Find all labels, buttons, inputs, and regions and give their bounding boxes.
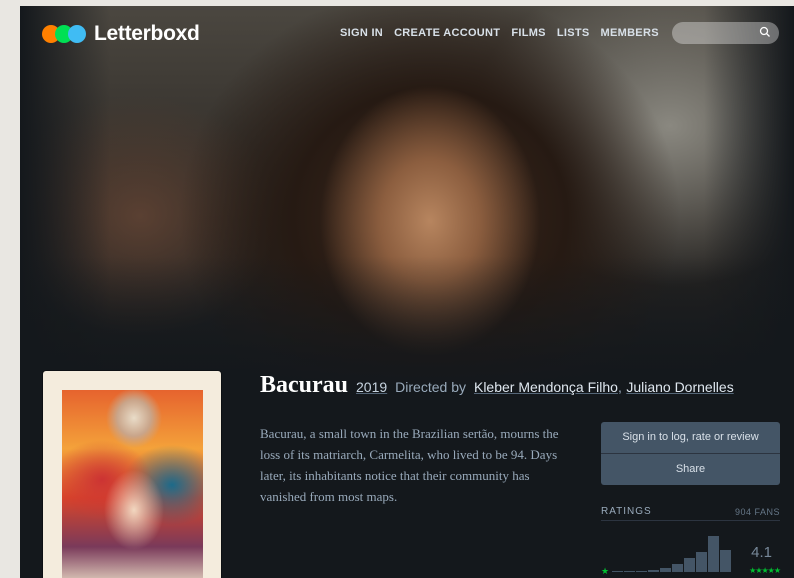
actions-panel: Sign in to log, rate or review Share <box>601 422 780 485</box>
histogram-bar[interactable] <box>636 571 647 572</box>
histogram-bar[interactable] <box>624 571 635 572</box>
director-separator: , <box>617 379 622 395</box>
film-year-link[interactable]: 2019 <box>356 379 387 395</box>
low-star-icon: ★ <box>601 566 610 576</box>
histogram-bar[interactable] <box>696 552 707 572</box>
directed-by-label: Directed by <box>395 379 466 395</box>
nav-lists[interactable]: LISTS <box>557 27 590 39</box>
director-link[interactable]: Kleber Mendonça Filho <box>474 379 618 395</box>
logo-dots-icon <box>42 25 88 43</box>
histogram-bar[interactable] <box>648 570 659 572</box>
logo-text: Letterboxd <box>94 22 200 45</box>
film-header: Bacurau 2019 Directed by Kleber Mendonça… <box>260 372 734 399</box>
ratings-section: RATINGS 904 FANS ★ 4.1 ★★★★★ <box>601 506 781 576</box>
histogram-bar[interactable] <box>708 536 719 572</box>
site-header: Letterboxd SIGN IN CREATE ACCOUNT FILMS … <box>20 6 794 62</box>
histogram-bar[interactable] <box>720 550 731 572</box>
search-input[interactable] <box>672 22 772 44</box>
share-button[interactable]: Share <box>601 453 780 485</box>
nav-films[interactable]: FILMS <box>511 27 546 39</box>
histogram-bar[interactable] <box>612 571 623 572</box>
ratings-header: RATINGS 904 FANS <box>601 506 780 521</box>
page-frame: Letterboxd SIGN IN CREATE ACCOUNT FILMS … <box>20 6 794 578</box>
ratings-label: RATINGS <box>601 506 652 517</box>
sign-in-to-log-button[interactable]: Sign in to log, rate or review <box>601 422 780 453</box>
main-nav: SIGN IN CREATE ACCOUNT FILMS LISTS MEMBE… <box>340 27 659 39</box>
histogram-bar[interactable] <box>672 564 683 572</box>
ratings-histogram[interactable] <box>612 536 747 572</box>
search-icon[interactable] <box>759 26 771 38</box>
nav-sign-in[interactable]: SIGN IN <box>340 27 383 39</box>
histogram-bar[interactable] <box>684 558 695 572</box>
director-link[interactable]: Juliano Dornelles <box>626 379 733 395</box>
fans-count-link[interactable]: 904 FANS <box>735 507 780 517</box>
logo[interactable]: Letterboxd <box>42 22 200 46</box>
film-poster[interactable] <box>43 371 221 578</box>
poster-image <box>62 390 203 578</box>
film-title: Bacurau <box>260 372 349 398</box>
nav-create-account[interactable]: CREATE ACCOUNT <box>394 27 500 39</box>
high-stars-icon: ★★★★★ <box>749 566 781 575</box>
nav-members[interactable]: MEMBERS <box>601 27 659 39</box>
average-rating[interactable]: 4.1 <box>751 544 772 561</box>
film-synopsis: Bacurau, a small town in the Brazilian s… <box>260 426 559 504</box>
histogram-bar[interactable] <box>660 568 671 572</box>
search-box <box>672 22 779 44</box>
